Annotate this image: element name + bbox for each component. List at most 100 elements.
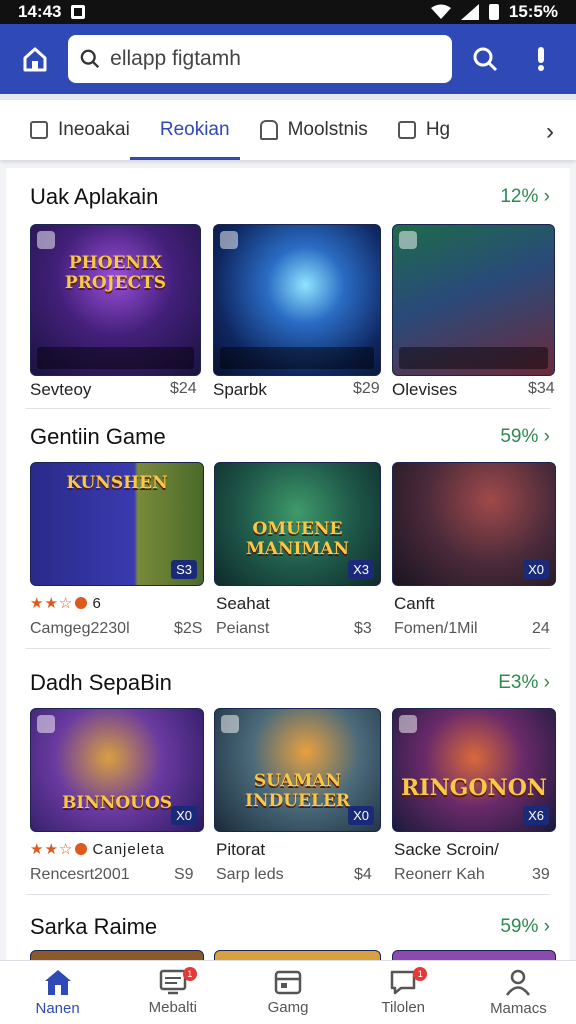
- checkbox-icon: [397, 121, 416, 139]
- game-badge: X3: [348, 560, 374, 579]
- app-header: [0, 24, 576, 94]
- tab-reokian[interactable]: Reokian: [129, 100, 240, 160]
- divider: [26, 408, 550, 409]
- thumbnail-caption: KUNSHEN: [66, 473, 168, 493]
- game-thumbnail: X0: [392, 462, 556, 586]
- game-badge: X0: [348, 806, 374, 825]
- search-icon: [80, 49, 100, 69]
- game-title: Sevteoy: [30, 380, 92, 399]
- tab-label: Moolstnis: [287, 119, 368, 140]
- game-title: Sacke Scroin/: [394, 840, 499, 859]
- nav-gamg[interactable]: Gamg: [230, 961, 345, 1024]
- tab-ineoakai[interactable]: Ineoakai: [0, 100, 130, 160]
- game-badge: S3: [171, 560, 197, 579]
- game-title: Sparbk: [213, 380, 267, 399]
- game-price: $24: [170, 380, 197, 397]
- game-title: Olevises: [392, 380, 458, 399]
- notification-badge: 1: [413, 967, 428, 981]
- nav-home[interactable]: Nanen: [0, 961, 115, 1024]
- home-icon: [23, 47, 47, 72]
- section-more-link[interactable]: 59% ›: [500, 916, 550, 938]
- game-title: Canft: [394, 594, 435, 613]
- bottom-navigation: Nanen 1 Mebalti Gamg 1 Tilolen Mamacs: [0, 960, 576, 1024]
- game-badge: X6: [523, 806, 549, 825]
- section-title: Gentiin Game: [30, 424, 166, 449]
- rating-stars: ★★☆ 6: [30, 595, 102, 612]
- home-button[interactable]: [12, 36, 58, 82]
- search-button[interactable]: [462, 36, 508, 82]
- thumbnail-caption: RINGONON: [401, 775, 548, 801]
- rating-dot-icon: [75, 843, 88, 855]
- status-battery-text: 15:5%: [508, 2, 558, 21]
- game-subtitle: Peianst: [216, 620, 270, 637]
- platform-icon: [221, 715, 239, 733]
- game-price: 24: [532, 620, 550, 637]
- game-hud: [399, 347, 548, 369]
- section-title: Dadh SepaBin: [30, 670, 172, 695]
- profile-icon: [506, 969, 531, 996]
- tab-moolstnis[interactable]: Moolstnis: [230, 100, 368, 160]
- platform-icon: [399, 231, 417, 249]
- section-more-link[interactable]: E3% ›: [498, 672, 550, 694]
- game-thumbnail: PHOENIX PROJECTS: [30, 224, 201, 376]
- game-badge: X0: [523, 560, 549, 579]
- rating-stars: ★★☆ Canjeleta: [30, 841, 165, 858]
- nav-label: Tilolen: [381, 999, 426, 1016]
- battery-icon: [488, 4, 499, 20]
- tab-label: Hg: [425, 119, 451, 140]
- game-thumbnail: [213, 224, 381, 376]
- game-thumbnail: BINNOUOS X0: [30, 708, 204, 832]
- signal-icon: [460, 4, 479, 20]
- game-thumbnail[interactable]: [30, 950, 204, 960]
- thumbnail-caption: PHOENIX PROJECTS: [64, 253, 167, 293]
- rating-dot-icon: [75, 597, 88, 609]
- thumbnail-caption: OMUENE MANIMAN: [245, 519, 350, 559]
- home-icon: [44, 970, 71, 995]
- search-input[interactable]: [110, 47, 440, 71]
- chevron-right-icon[interactable]: ›: [546, 118, 554, 146]
- platform-icon: [220, 231, 238, 249]
- divider: [26, 894, 550, 895]
- game-price: $4: [354, 866, 372, 883]
- game-price: $34: [528, 380, 555, 397]
- section-more-link[interactable]: 12% ›: [500, 186, 550, 208]
- game-subtitle: Camgeg2230l: [30, 620, 130, 637]
- nav-label: Gamg: [267, 999, 309, 1016]
- category-tabs: Ineoakai Reokian Moolstnis Hg ›: [0, 94, 576, 160]
- game-thumbnail: KUNSHEN S3: [30, 462, 204, 586]
- game-thumbnail[interactable]: [214, 950, 381, 960]
- thumbnail-caption: SUAMAN INDUELER: [244, 771, 351, 811]
- section-uak-aplakain: Uak Aplakain 12% › PHOENIX PROJECTS Sevt…: [6, 174, 570, 409]
- more-button[interactable]: [518, 36, 564, 82]
- game-price: S9: [174, 866, 194, 883]
- game-thumbnail: SUAMAN INDUELER X0: [214, 708, 381, 832]
- game-price: $2S: [174, 620, 203, 637]
- game-title: Seahat: [216, 594, 270, 613]
- nav-mebalti[interactable]: 1 Mebalti: [115, 961, 230, 1024]
- game-thumbnail: [392, 224, 555, 376]
- game-subtitle: Fomen/1Mil: [394, 620, 478, 637]
- nav-label: Mebalti: [148, 999, 197, 1016]
- platform-icon: [399, 715, 417, 733]
- game-hud: [37, 347, 194, 369]
- tab-label: Reokian: [159, 119, 230, 140]
- section-more-link[interactable]: 59% ›: [500, 426, 550, 448]
- checkbox-icon: [30, 121, 48, 139]
- home-outline-icon: [259, 120, 278, 140]
- wifi-icon: [430, 4, 451, 19]
- game-title: Pitorat: [216, 840, 266, 859]
- notification-icon: [71, 5, 86, 19]
- section-title: Uak Aplakain: [30, 184, 159, 209]
- tab-label: Ineoakai: [58, 119, 130, 140]
- tab-hg[interactable]: Hg: [368, 100, 450, 160]
- platform-icon: [37, 231, 55, 249]
- nav-label: Mamacs: [490, 1000, 547, 1017]
- nav-mamacs[interactable]: Mamacs: [461, 961, 576, 1024]
- nav-tilolen[interactable]: 1 Tilolen: [346, 961, 461, 1024]
- nav-label: Nanen: [35, 1000, 80, 1017]
- game-price: $3: [354, 620, 372, 637]
- game-thumbnail[interactable]: [392, 950, 556, 960]
- status-time: 14:43: [18, 2, 62, 21]
- game-subtitle: Rencesrt2001: [30, 866, 130, 883]
- game-price: 39: [532, 866, 550, 883]
